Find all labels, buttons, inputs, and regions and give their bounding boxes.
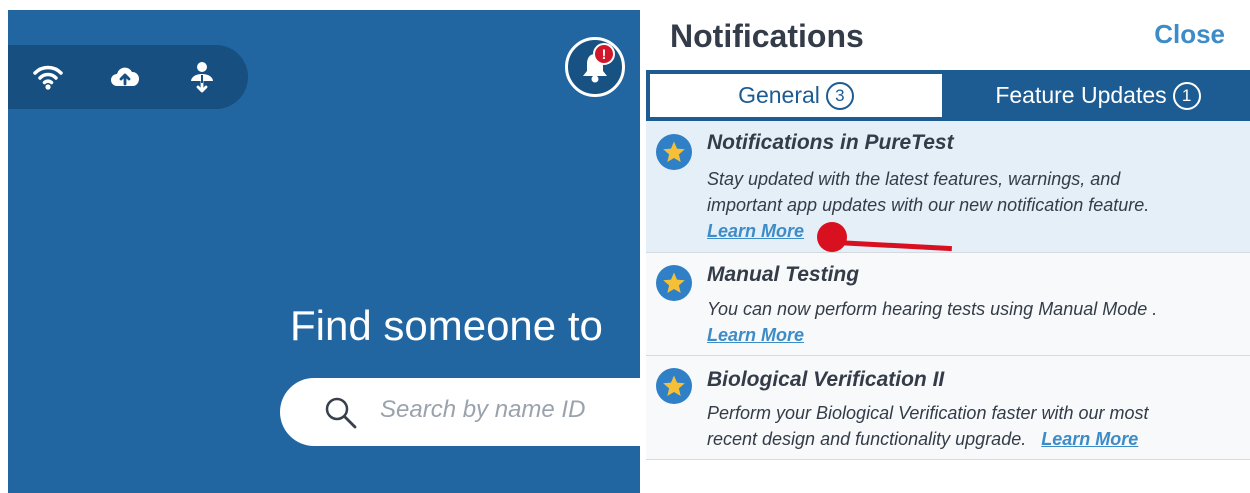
tab-bar: General 3 Feature Updates 1	[646, 70, 1250, 121]
tab-general-label: General	[738, 82, 820, 108]
tab-general-count: 3	[825, 82, 854, 110]
close-button[interactable]: Close	[1154, 19, 1225, 50]
main-screen: ! Find someone to Search by name ID	[8, 10, 640, 493]
page-heading: Find someone to	[290, 302, 603, 349]
notification-alert-badge: !	[593, 43, 615, 65]
annotation-dot	[817, 222, 847, 252]
learn-more-link[interactable]: Learn More	[707, 221, 804, 241]
notification-item[interactable]: Manual Testing You can now perform heari…	[646, 253, 1250, 356]
notification-text: You can now perform hearing tests using …	[707, 299, 1158, 319]
search-placeholder: Search by name ID	[380, 396, 586, 423]
notification-title: Manual Testing	[707, 263, 860, 286]
notification-text: Stay updated with the latest features, w…	[707, 169, 1121, 189]
notification-text: Perform your Biological Verification fas…	[707, 403, 1149, 423]
notification-title: Biological Verification II	[707, 368, 945, 391]
panel-title: Notifications	[670, 18, 864, 54]
tab-general[interactable]: General 3	[648, 72, 944, 119]
download-icon[interactable]	[186, 61, 218, 93]
notification-text: important app updates with our new notif…	[707, 195, 1150, 215]
notification-title: Notifications in PureTest	[707, 131, 954, 154]
notification-item[interactable]: Notifications in PureTest Stay updated w…	[646, 121, 1250, 253]
search-input[interactable]: Search by name ID	[280, 378, 640, 446]
tab-feature-updates-label: Feature Updates	[995, 82, 1167, 108]
search-icon	[325, 397, 357, 429]
wifi-icon[interactable]	[32, 61, 64, 93]
tab-feature-updates-count: 1	[1172, 82, 1201, 110]
cloud-upload-icon[interactable]	[109, 61, 141, 93]
star-icon	[656, 134, 692, 170]
star-icon	[656, 368, 692, 404]
tab-feature-updates[interactable]: Feature Updates 1	[946, 72, 1250, 119]
learn-more-link[interactable]: Learn More	[707, 325, 804, 345]
notification-item[interactable]: Biological Verification II Perform your …	[646, 356, 1250, 460]
notification-text: recent design and functionality upgrade.	[707, 429, 1027, 449]
star-icon	[656, 265, 692, 301]
learn-more-link[interactable]: Learn More	[1041, 429, 1138, 449]
status-bar	[8, 45, 248, 109]
